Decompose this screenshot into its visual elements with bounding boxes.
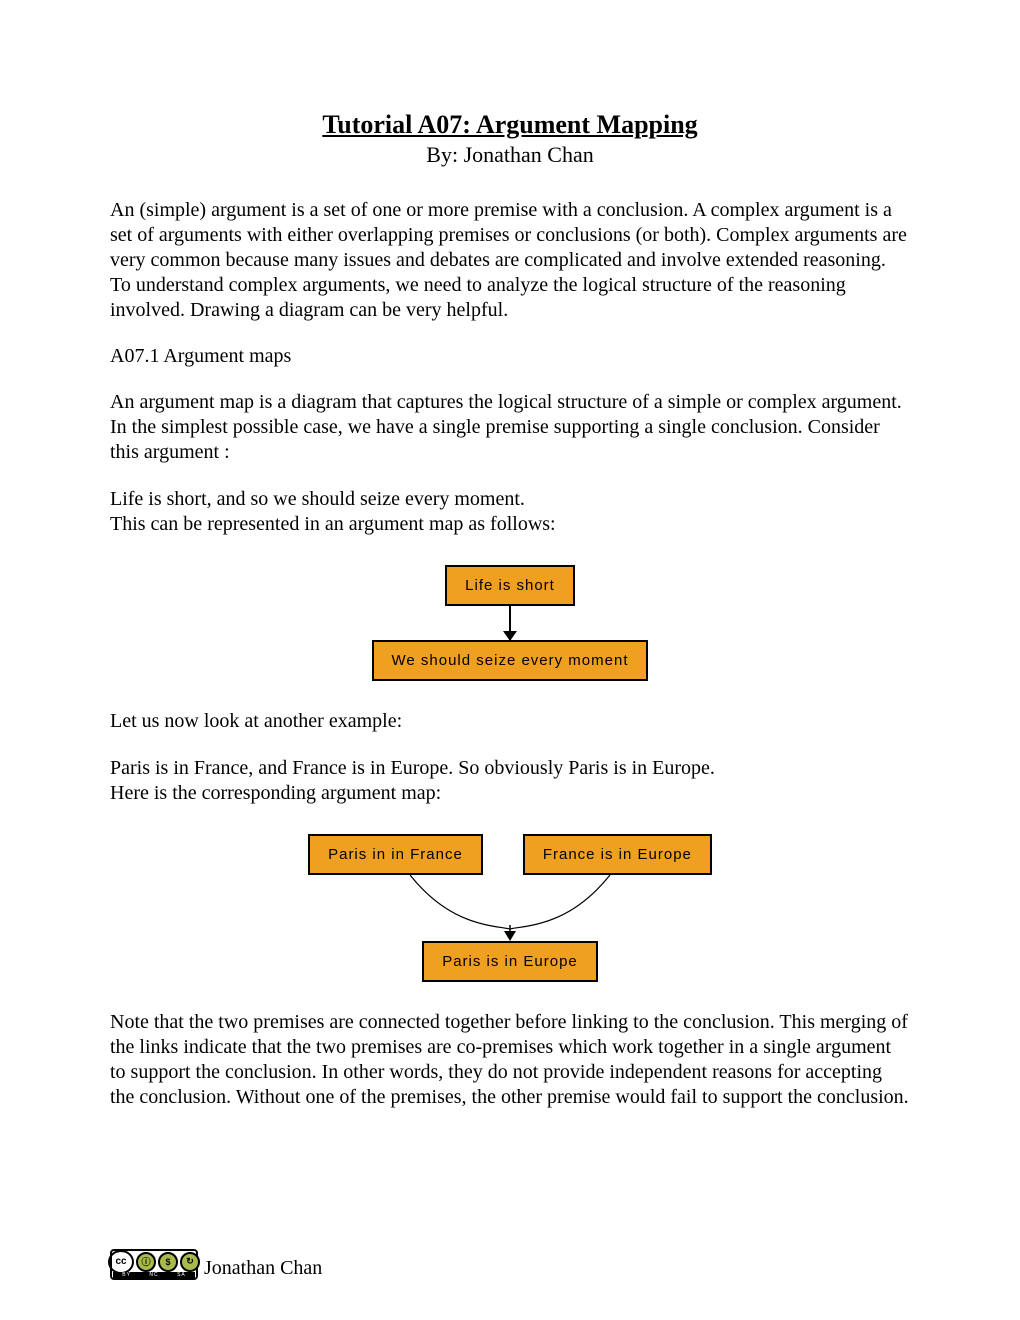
cc-sa-icon: ↻ xyxy=(180,1252,200,1272)
argument-map-1: Life is short We should seize every mome… xyxy=(110,565,910,681)
footer: cc ⓘ $ ↻ BYNCSA Jonathan Chan xyxy=(110,1249,322,1280)
cc-main-icon: cc xyxy=(108,1250,134,1274)
page-title: Tutorial A07: Argument Mapping xyxy=(110,110,910,140)
byline: By: Jonathan Chan xyxy=(110,142,910,168)
cc-by-icon: ⓘ xyxy=(136,1252,156,1272)
conclusion-box: We should seize every moment xyxy=(372,640,649,681)
merge-connector-icon xyxy=(310,875,710,941)
note-paragraph: Note that the two premises are connected… xyxy=(110,1010,910,1110)
footer-author: Jonathan Chan xyxy=(204,1258,322,1280)
premise-box-1: Paris in in France xyxy=(308,834,483,875)
example1-caption: This can be represented in an argument m… xyxy=(110,512,910,537)
premise-box: Life is short xyxy=(445,565,575,606)
conclusion-box-2: Paris is in Europe xyxy=(422,941,598,982)
cc-license-icon: cc ⓘ $ ↻ BYNCSA xyxy=(110,1249,198,1280)
section-heading: A07.1 Argument maps xyxy=(110,345,910,368)
page: Tutorial A07: Argument Mapping By: Jonat… xyxy=(0,0,1020,1320)
arrow-down-icon xyxy=(509,606,511,640)
cc-nc-icon: $ xyxy=(158,1252,178,1272)
premise-box-2: France is in Europe xyxy=(523,834,712,875)
example2-caption: Here is the corresponding argument map: xyxy=(110,781,910,806)
cc-strip: BYNCSA xyxy=(113,1272,195,1278)
transition-text: Let us now look at another example: xyxy=(110,709,910,734)
intro-paragraph: An (simple) argument is a set of one or … xyxy=(110,198,910,323)
example2-statement: Paris is in France, and France is in Eur… xyxy=(110,756,910,781)
argument-map-desc: An argument map is a diagram that captur… xyxy=(110,390,910,465)
example1-statement: Life is short, and so we should seize ev… xyxy=(110,487,910,512)
argument-map-2: Paris in in France France is in Europe P… xyxy=(110,834,910,982)
